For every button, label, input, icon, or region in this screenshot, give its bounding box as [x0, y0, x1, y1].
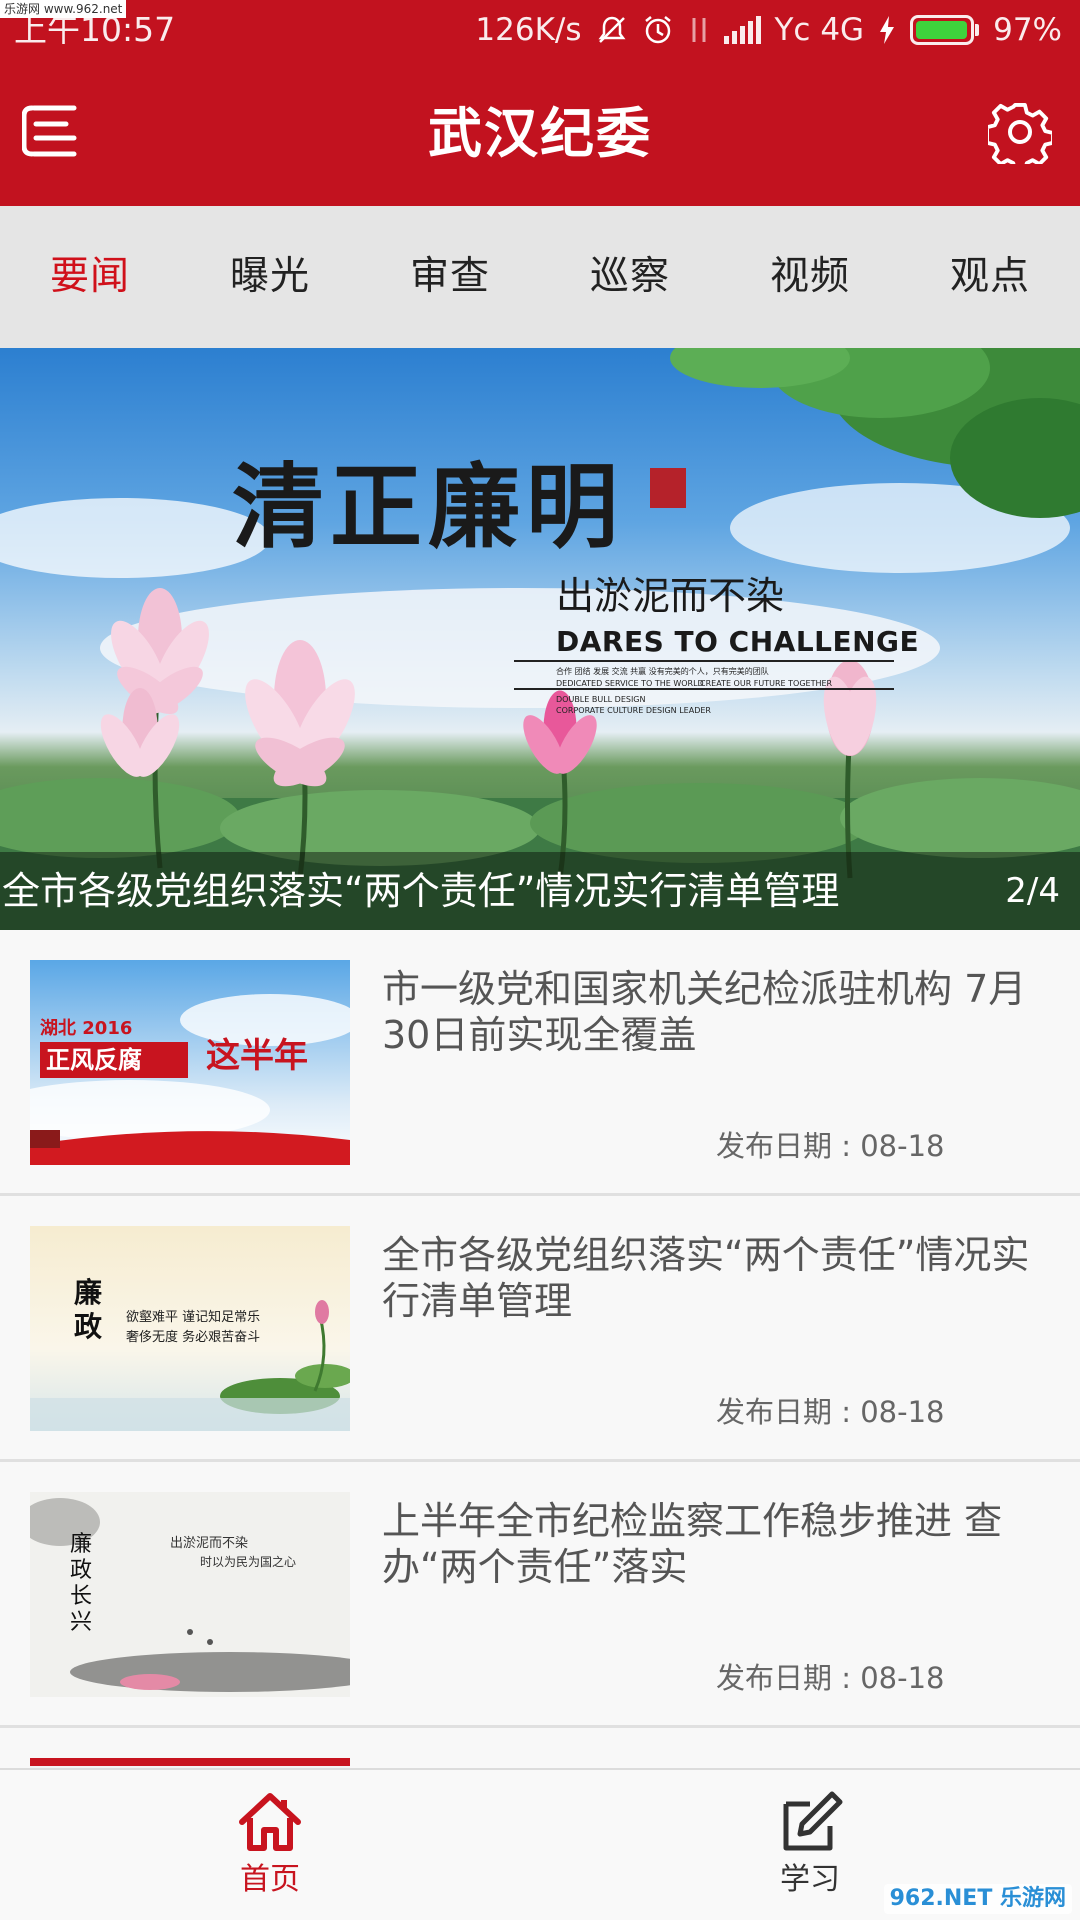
banner-small-line-3: CREATE OUR FUTURE TOGETHER — [700, 679, 833, 688]
app-title: 武汉纪委 — [428, 102, 652, 165]
thumb-caption-3: 奢侈无度 务必艰苦奋斗 — [126, 1330, 261, 1345]
watermark-bottom: 962.NET 乐游网 — [883, 1884, 1072, 1914]
app-header: 乐游网 www.962.net 上午10:57 126K/s Yc 4G 97%… — [0, 0, 1080, 206]
banner-caption[interactable]: 全市各级党组织落实“两个责任”情况实行清单管理 — [2, 866, 839, 916]
news-date: 发布日期 : 08-18 — [716, 1661, 945, 1695]
status-time: 上午10:57 — [14, 10, 176, 49]
thumb-caption-3: 这半年 — [206, 1036, 308, 1076]
nav-home[interactable]: 首页 — [170, 1790, 370, 1900]
banner-carousel[interactable]: 清正廉明 出淤泥而不染 DARES TO CHALLENGE 合作 团结 发展 … — [0, 348, 1080, 930]
thumb-caption-3: 时以为民为国之心 — [200, 1555, 297, 1569]
net-speed: 126K/s — [475, 12, 582, 48]
news-date: 发布日期 : 08-18 — [716, 1395, 945, 1429]
battery-percent: 97% — [993, 12, 1062, 48]
thumb-caption-2: 出淤泥而不染 — [170, 1536, 249, 1551]
news-title[interactable]: 全市各级党组织落实“两个责任”情况实行清单管理 — [382, 1232, 1052, 1324]
tab-inspection[interactable]: 巡察 — [540, 206, 720, 348]
tab-exposure[interactable]: 曝光 — [180, 206, 360, 348]
tab-video[interactable]: 视频 — [720, 206, 900, 348]
news-item[interactable]: 廉政长兴 出淤泥而不染 时以为民为国之心 上半年全市纪检监察工作稳步推进 查办“… — [0, 1462, 1080, 1728]
tab-opinion[interactable]: 观点 — [900, 206, 1080, 348]
banner-headline: 清正廉明 — [232, 453, 625, 561]
tab-review[interactable]: 审查 — [360, 206, 540, 348]
gear-icon[interactable] — [985, 100, 1055, 173]
banner-small-line-1: 合作 团结 发展 交流 共赢 没有完美的个人，只有完美的团队 — [556, 667, 769, 676]
nav-study-label: 学习 — [780, 1862, 840, 1897]
thumb-caption-1: 廉政长兴 — [70, 1532, 93, 1635]
news-list: 湖北 2016 正风反腐 这半年 市一级党和国家机关纪检派驻机构 7月30日前实… — [0, 930, 1080, 1848]
banner-subhead: 出淤泥而不染 — [556, 574, 785, 618]
news-thumbnail: 廉政长兴 出淤泥而不染 时以为民为国之心 — [30, 1492, 350, 1697]
carrier-label: Yc 4G — [774, 12, 865, 48]
data-arrows-icon — [688, 14, 710, 46]
banner-small-line-4: DOUBLE BULL DESIGN — [556, 695, 646, 704]
status-bar: 乐游网 www.962.net 上午10:57 126K/s Yc 4G 97% — [0, 0, 1080, 62]
news-item[interactable]: 湖北 2016 正风反腐 这半年 市一级党和国家机关纪检派驻机构 7月30日前实… — [0, 930, 1080, 1196]
edit-icon — [710, 1790, 910, 1858]
home-icon — [170, 1790, 370, 1858]
mute-icon — [596, 14, 628, 46]
signal-icon — [723, 16, 761, 44]
news-thumbnail: 廉政 欲壑难平 谨记知足常乐 奢侈无度 务必艰苦奋斗 — [30, 1226, 350, 1431]
news-item[interactable]: 廉政 欲壑难平 谨记知足常乐 奢侈无度 务必艰苦奋斗 全市各级党组织落实“两个责… — [0, 1196, 1080, 1462]
news-thumbnail: 湖北 2016 正风反腐 这半年 — [30, 960, 350, 1165]
charging-icon — [878, 15, 896, 45]
thumb-caption-2: 欲壑难平 谨记知足常乐 — [126, 1310, 261, 1325]
category-tabs: 要闻 曝光 审查 巡察 视频 观点 — [0, 206, 1080, 348]
thumb-caption-1: 湖北 2016 — [40, 1018, 133, 1039]
status-icons: 126K/s Yc 4G 97% — [475, 6, 1062, 54]
tab-news[interactable]: 要闻 — [0, 206, 180, 348]
battery-icon — [910, 15, 980, 45]
news-title[interactable]: 上半年全市纪检监察工作稳步推进 查办“两个责任”落实 — [382, 1498, 1052, 1590]
banner-english: DARES TO CHALLENGE — [556, 625, 920, 658]
news-date: 发布日期 : 08-18 — [716, 1129, 945, 1163]
bottom-navigation: 首页 学习 962.NET 乐游网 — [0, 1768, 1080, 1920]
nav-study[interactable]: 学习 — [710, 1790, 910, 1900]
banner-small-line-5: CORPORATE CULTURE DESIGN LEADER — [556, 706, 711, 715]
banner-small-line-2: DEDICATED SERVICE TO THE WORLD — [556, 679, 704, 688]
app-bar: 武汉纪委 — [0, 62, 1080, 206]
nav-home-label: 首页 — [240, 1862, 300, 1897]
alarm-icon — [642, 14, 674, 46]
thumb-caption-2: 正风反腐 — [46, 1046, 142, 1074]
banner-page-counter: 2/4 — [1005, 871, 1060, 911]
news-title[interactable]: 市一级党和国家机关纪检派驻机构 7月30日前实现全覆盖 — [382, 966, 1052, 1058]
thumb-caption-1: 廉政 — [74, 1276, 103, 1343]
